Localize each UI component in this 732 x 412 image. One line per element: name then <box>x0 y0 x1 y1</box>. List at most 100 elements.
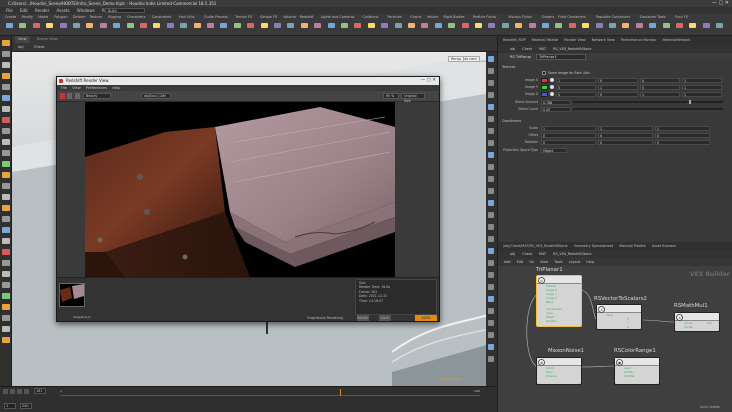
tab-performance-monitor[interactable]: Performance Monitor <box>621 38 656 42</box>
shelf-tool-icon[interactable] <box>460 22 471 32</box>
shelf-tool-icon[interactable] <box>473 22 484 32</box>
shelf-tool-icon[interactable] <box>58 22 69 32</box>
shelf-tab[interactable]: Viscous Fluids <box>505 15 535 20</box>
blend-curve-field[interactable]: 0.45 <box>541 106 571 112</box>
viewport-tool-icon[interactable] <box>2 249 10 255</box>
image-y-texture-icon[interactable] <box>550 85 554 89</box>
render-refresh-icon[interactable] <box>75 93 80 99</box>
viewport-tool-icon[interactable] <box>2 106 10 112</box>
menu-assets[interactable]: Assets <box>57 8 70 13</box>
save-button[interactable]: Save <box>379 315 391 321</box>
path-node[interactable]: Chest <box>522 47 532 51</box>
tab-redshift-rop[interactable]: Redshift_ROP <box>503 38 526 42</box>
shelf-tool-icon[interactable] <box>245 22 256 32</box>
shelf-tool-icon[interactable] <box>17 22 28 32</box>
shelf-tool-icon[interactable] <box>701 22 712 32</box>
shelf-tab[interactable]: Rigid Bodies <box>441 15 468 20</box>
render-stop-icon[interactable] <box>67 93 72 99</box>
node-colorrange[interactable]: ◉ Input Old Min Old Max <box>614 357 660 385</box>
node-maxonnoise[interactable]: ⊗ Coord Seed Octaves <box>536 357 582 385</box>
shelf-tool-icon[interactable] <box>540 22 551 32</box>
node-vectortoscalars[interactable]: x Input X Y Z <box>596 304 642 330</box>
viewport-tool-icon[interactable] <box>2 260 10 266</box>
tab-material-palette[interactable]: Material Palette <box>532 38 559 42</box>
shelf-tool-icon[interactable] <box>406 22 417 32</box>
shelf-tool-icon[interactable] <box>553 22 564 32</box>
play-last-icon[interactable] <box>24 389 29 394</box>
node-mathmul[interactable]: x Input1 Input2 Out <box>674 312 720 332</box>
display-option-icon[interactable] <box>488 320 494 326</box>
viewport-tool-icon[interactable] <box>2 40 10 46</box>
shelf-tool-icon[interactable] <box>647 22 658 32</box>
display-option-icon[interactable] <box>488 152 494 158</box>
display-option-icon[interactable] <box>488 116 494 122</box>
display-option-icon[interactable] <box>488 80 494 86</box>
display-option-icon[interactable] <box>488 224 494 230</box>
display-option-icon[interactable] <box>488 284 494 290</box>
start-frame-field[interactable]: 1 <box>4 403 16 409</box>
display-option-icon[interactable] <box>488 140 494 146</box>
shelf-tab[interactable]: Grains <box>407 15 424 20</box>
display-option-icon[interactable] <box>488 200 494 206</box>
viewport-tool-icon[interactable] <box>2 293 10 299</box>
shelf-tool-icon[interactable] <box>620 22 631 32</box>
redshift-render-view-window[interactable]: Redshift Render View — ▢ ✕ File View Pre… <box>56 76 440 322</box>
play-forward-icon[interactable] <box>17 389 22 394</box>
display-option-icon[interactable] <box>488 104 494 110</box>
shelf-tool-icon[interactable] <box>580 22 591 32</box>
display-option-icon[interactable] <box>488 332 494 338</box>
render-view-window-controls[interactable]: — ▢ ✕ <box>421 77 436 85</box>
shelf-tool-icon[interactable] <box>232 22 243 32</box>
viewport-tool-icon[interactable] <box>2 238 10 244</box>
shelf-tool-icon[interactable] <box>419 22 430 32</box>
path-rs[interactable]: RS_VEX_RedshiftStone <box>553 47 591 51</box>
blend-amount-slider-handle[interactable] <box>689 100 691 104</box>
viewport-tool-icon[interactable] <box>2 51 10 57</box>
timeline-ruler[interactable]: 1 240 <box>60 389 480 396</box>
shelf-tool-icon[interactable] <box>98 22 109 32</box>
current-frame-field[interactable]: 161 <box>34 388 46 394</box>
shelf-tab[interactable]: Lights and Cameras <box>318 15 358 20</box>
viewport-tool-icon[interactable] <box>2 84 10 90</box>
shelf-tab[interactable]: Collisions <box>359 15 381 20</box>
shelf-tool-icon[interactable] <box>513 22 524 32</box>
shelf-tool-icon[interactable] <box>84 22 95 32</box>
menu-file[interactable]: File <box>6 8 13 13</box>
image-x-texture-icon[interactable] <box>550 78 554 82</box>
viewport-tool-icon[interactable] <box>2 73 10 79</box>
shelf-tool-icon[interactable] <box>607 22 618 32</box>
image-z-texture-icon[interactable] <box>550 92 554 96</box>
display-option-icon[interactable] <box>488 236 494 242</box>
shelf-tool-icon[interactable] <box>138 22 149 32</box>
shelf-tab[interactable]: Vellum <box>424 15 441 20</box>
viewport-tool-icon[interactable] <box>2 117 10 123</box>
shelf-tool-icon[interactable] <box>151 22 162 32</box>
viewport-tool-icon[interactable] <box>2 216 10 222</box>
viewport-tool-icon[interactable] <box>2 194 10 200</box>
render-button[interactable]: Render <box>357 315 369 321</box>
size-select[interactable]: Original Size <box>401 93 425 103</box>
rv-menu-view[interactable]: View <box>72 86 81 90</box>
rv-menu-preferences[interactable]: Preferences <box>86 86 107 90</box>
path-obj[interactable]: obj <box>510 47 515 51</box>
image-y-swatch[interactable] <box>541 84 548 90</box>
persp-menu[interactable]: Persp <box>448 56 464 62</box>
shelf-tool-icon[interactable] <box>500 22 511 32</box>
display-option-icon[interactable] <box>488 308 494 314</box>
end-frame-field[interactable]: 240 <box>20 403 32 409</box>
shelf-tool-icon[interactable] <box>178 22 189 32</box>
display-option-icon[interactable] <box>488 272 494 278</box>
display-option-icon[interactable] <box>488 176 494 182</box>
viewport-tool-icon[interactable] <box>2 62 10 68</box>
node-triplanar[interactable]: ◎ Texture Image X Image Y Image Z Blend … <box>536 275 582 327</box>
shelf-tab[interactable]: Terrain FX <box>232 15 255 20</box>
blend-curve-slider[interactable] <box>573 108 723 110</box>
shelf-tool-icon[interactable] <box>111 22 122 32</box>
menu-windows[interactable]: Windows <box>77 8 95 13</box>
shelf-tab[interactable]: Simple FX <box>257 15 280 20</box>
shelf-tool-icon[interactable] <box>44 22 55 32</box>
shelf-tool-icon[interactable] <box>192 22 203 32</box>
viewport-tool-icon[interactable] <box>2 282 10 288</box>
display-option-icon[interactable] <box>488 164 494 170</box>
window-controls[interactable]: — ▢ ✕ <box>712 0 729 7</box>
